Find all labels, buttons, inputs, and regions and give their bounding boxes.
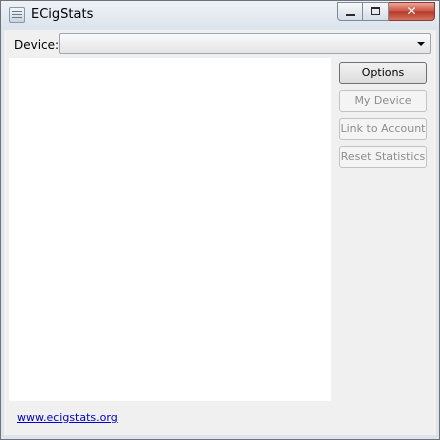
app-icon	[9, 7, 25, 23]
options-button[interactable]: Options	[339, 62, 427, 84]
window-controls: ✕	[337, 2, 435, 22]
minimize-icon	[346, 14, 355, 16]
website-link[interactable]: www.ecigstats.org	[17, 411, 118, 424]
statistics-panel	[9, 58, 331, 401]
my-device-button[interactable]: My Device	[339, 90, 427, 112]
chevron-down-icon	[417, 42, 425, 46]
device-dropdown[interactable]	[59, 33, 431, 54]
reset-statistics-button[interactable]: Reset Statistics	[339, 146, 427, 168]
close-icon: ✕	[406, 4, 417, 18]
title-bar[interactable]: ECigStats ✕	[1, 1, 439, 29]
close-button[interactable]: ✕	[389, 2, 435, 21]
app-window: ECigStats ✕ Device: Options My Device Li…	[0, 0, 440, 440]
device-label: Device:	[14, 38, 60, 52]
client-area: Device: Options My Device Link to Accoun…	[4, 30, 436, 435]
window-title: ECigStats	[31, 7, 94, 22]
link-to-account-button[interactable]: Link to Account	[339, 118, 427, 140]
minimize-button[interactable]	[337, 2, 363, 21]
maximize-button[interactable]	[363, 2, 389, 21]
maximize-icon	[371, 7, 380, 15]
